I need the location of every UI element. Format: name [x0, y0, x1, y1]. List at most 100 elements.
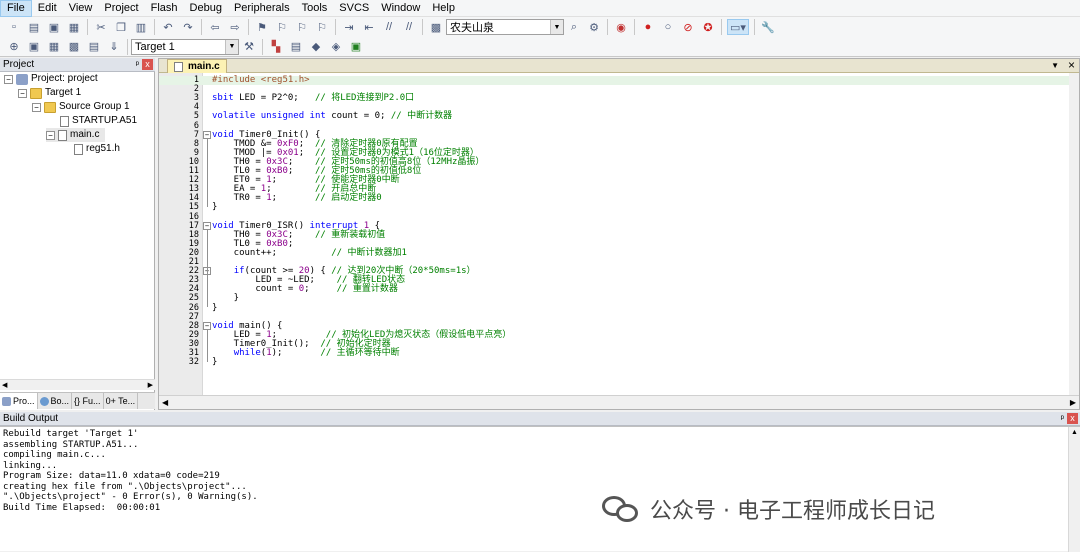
file-extensions-icon[interactable]: ▤ — [288, 39, 304, 55]
code-line[interactable]: 15} — [159, 203, 1069, 212]
code-line[interactable]: 24 count = 0; // 重置计数器 — [159, 285, 1069, 294]
bookmark-next-icon[interactable]: ⚐ — [294, 19, 310, 35]
tab-functions[interactable]: {} Fu... — [72, 393, 104, 409]
nav-back-icon[interactable]: ⇦ — [207, 19, 223, 35]
chevron-down-icon[interactable]: ▼ — [225, 39, 238, 54]
code-line[interactable]: 14 TR0 = 1; // 启动定时器0 — [159, 194, 1069, 203]
pin-icon[interactable]: ᵖ — [136, 58, 139, 71]
chevron-down-icon[interactable]: ▼ — [550, 20, 563, 34]
menu-edit[interactable]: Edit — [32, 0, 63, 17]
find-icon[interactable]: ⌕ — [566, 19, 582, 35]
copy-icon[interactable]: ❐ — [113, 19, 129, 35]
close-icon[interactable]: × — [1068, 58, 1075, 72]
indent-icon[interactable]: ⇥ — [341, 19, 357, 35]
editor-vscroll[interactable] — [1069, 73, 1079, 395]
code-line[interactable]: 3 sbit LED = P2^0; // 将LED连接到P2.0口 — [159, 94, 1069, 103]
collapse-icon[interactable]: − — [4, 74, 13, 84]
menu-svcs[interactable]: SVCS — [333, 0, 375, 17]
rebuild-icon[interactable]: ▦ — [46, 39, 62, 55]
configure-icon[interactable]: 🔧 — [760, 19, 776, 35]
code-editor[interactable]: 1 #include <reg51.h> 2 3 sbit LED = P2^0; //… — [159, 73, 1069, 395]
save-icon[interactable]: ▣ — [46, 19, 62, 35]
bookmark-clear-icon[interactable]: ⚐ — [314, 19, 330, 35]
tree-node-target[interactable]: − Target 1 — [18, 86, 81, 100]
menu-view[interactable]: View — [63, 0, 99, 17]
paste-icon[interactable]: ▥ — [133, 19, 149, 35]
tab-dropdown-icon[interactable]: ▼ — [1051, 59, 1059, 73]
tab-books[interactable]: Bo... — [38, 393, 73, 409]
tab-templates[interactable]: 0+ Te... — [104, 393, 139, 409]
build-icon[interactable]: ▣ — [26, 39, 42, 55]
redo-icon[interactable]: ↷ — [180, 19, 196, 35]
nav-forward-icon[interactable]: ⇨ — [227, 19, 243, 35]
scroll-right-icon[interactable]: ▶ — [1070, 398, 1076, 407]
cut-icon[interactable]: ✂ — [93, 19, 109, 35]
build-vscroll[interactable]: ▲ — [1068, 427, 1080, 552]
code-line[interactable]: 5 volatile unsigned int count = 0; // 中断计… — [159, 112, 1069, 121]
comment-icon[interactable]: // — [381, 19, 397, 35]
pin-icon[interactable]: ᵖ — [1061, 412, 1064, 425]
bookmark-icon[interactable]: ⚑ — [254, 19, 270, 35]
fold-toggle-icon[interactable]: − — [203, 130, 211, 139]
breakpoint-clear-icon[interactable]: ⊘ — [680, 19, 696, 35]
code-line[interactable]: 27 — [159, 312, 1069, 322]
fold-toggle-icon[interactable]: − — [203, 321, 211, 330]
scroll-left-icon[interactable]: ◀ — [162, 398, 168, 407]
target-options-icon[interactable]: ⚒ — [241, 39, 257, 55]
find-combo[interactable]: 农夫山泉 ▼ — [446, 19, 564, 35]
unindent-icon[interactable]: ⇤ — [361, 19, 377, 35]
uncomment-icon[interactable]: // — [401, 19, 417, 35]
download-icon[interactable]: ⇓ — [106, 39, 122, 55]
breakpoint-kill-icon[interactable]: ✪ — [700, 19, 716, 35]
breakpoint-icon[interactable]: ● — [640, 19, 656, 35]
manage-project-icon[interactable]: ▚ — [268, 39, 284, 55]
menu-debug[interactable]: Debug — [184, 0, 228, 17]
new-file-icon[interactable]: ▫ — [6, 19, 22, 35]
save-all-icon[interactable]: ▦ — [66, 19, 82, 35]
tree-node-source-group[interactable]: − Source Group 1 — [32, 100, 130, 114]
scroll-up-icon[interactable]: ▲ — [1071, 429, 1078, 436]
menu-tools[interactable]: Tools — [296, 0, 334, 17]
breakpoint-disable-icon[interactable]: ○ — [660, 19, 676, 35]
incremental-find-icon[interactable]: ⚙ — [586, 19, 602, 35]
menu-help[interactable]: Help — [426, 0, 461, 17]
pack-installer-icon[interactable]: ◈ — [328, 39, 344, 55]
code-line[interactable]: 26} — [159, 303, 1069, 313]
menu-flash[interactable]: Flash — [145, 0, 184, 17]
close-icon[interactable]: x — [142, 59, 153, 70]
code-line[interactable]: 32} — [159, 358, 1069, 367]
bookmark-prev-icon[interactable]: ⚐ — [274, 19, 290, 35]
debug-start-icon[interactable]: ◉ — [613, 19, 629, 35]
select-packs-icon[interactable]: ◆ — [308, 39, 324, 55]
tree-node-project[interactable]: − Project: project — [4, 72, 98, 86]
collapse-icon[interactable]: − — [32, 102, 41, 112]
code-line[interactable]: 18 TH0 = 0x3C; // 重新装载初值 — [159, 230, 1069, 240]
scroll-left-icon[interactable]: ◀ — [2, 381, 7, 389]
code-line[interactable]: 25 } — [159, 294, 1069, 303]
menu-peripherals[interactable]: Peripherals — [228, 0, 296, 17]
open-file-icon[interactable]: ▤ — [26, 19, 42, 35]
code-line[interactable]: 20 count++; // 中断计数器加1 — [159, 248, 1069, 258]
stop-build-icon[interactable]: ▤ — [86, 39, 102, 55]
translate-icon[interactable]: ⊕ — [6, 39, 22, 55]
find-in-files-icon[interactable]: ▩ — [428, 19, 444, 35]
editor-hscroll[interactable]: ◀ ▶ — [159, 395, 1079, 409]
project-hscroll[interactable]: ◀ ▶ — [0, 379, 155, 390]
close-icon[interactable]: x — [1067, 413, 1078, 424]
tree-node-main-c[interactable]: − main.c — [46, 128, 106, 142]
run-time-env-icon[interactable]: ▣ — [348, 39, 364, 55]
undo-icon[interactable]: ↶ — [160, 19, 176, 35]
menu-file[interactable]: File — [0, 0, 32, 17]
window-layout-icon[interactable]: ▭▾ — [727, 19, 749, 35]
menu-window[interactable]: Window — [375, 0, 426, 17]
batch-build-icon[interactable]: ▩ — [66, 39, 82, 55]
code-line[interactable]: 31 while(1); // 主循环等待中断 — [159, 349, 1069, 358]
code-line[interactable]: 1 #include <reg51.h> — [159, 76, 1069, 86]
collapse-icon[interactable]: − — [46, 130, 55, 140]
tab-project[interactable]: Pro... — [0, 393, 38, 409]
tree-node-reg51-h[interactable]: reg51.h — [74, 142, 120, 156]
tree-node-startup-file[interactable]: STARTUP.A51 — [60, 114, 137, 128]
tab-main-c[interactable]: main.c — [167, 59, 227, 73]
collapse-icon[interactable]: − — [18, 88, 27, 98]
fold-toggle-icon[interactable]: − — [203, 221, 211, 230]
